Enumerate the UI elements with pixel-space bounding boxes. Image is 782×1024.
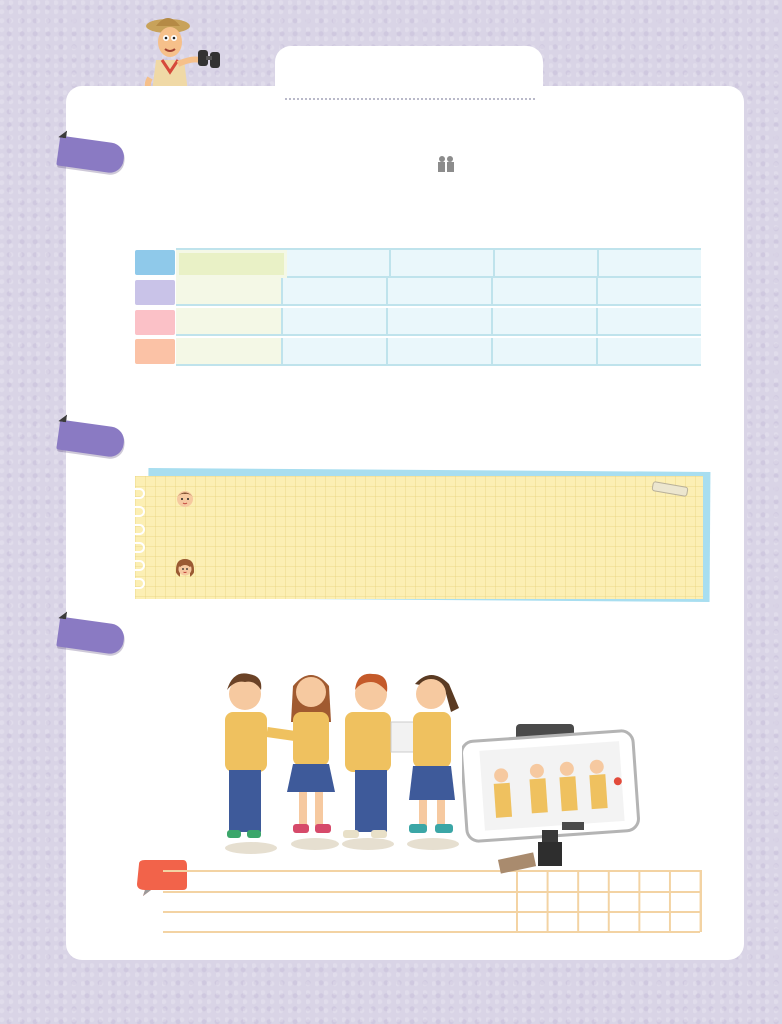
table-cell bbox=[176, 338, 283, 366]
table-cell bbox=[599, 250, 701, 278]
smartphone-camera-icon bbox=[462, 724, 640, 866]
table-row bbox=[176, 248, 701, 278]
table-cell bbox=[176, 250, 287, 278]
table-cell bbox=[493, 338, 598, 366]
table-cell bbox=[287, 250, 391, 278]
row-header-4 bbox=[135, 339, 175, 364]
table-cell bbox=[493, 278, 598, 306]
note-ring bbox=[129, 506, 145, 517]
table-cell bbox=[388, 338, 493, 366]
note-ring bbox=[129, 524, 145, 535]
note-ring bbox=[129, 578, 145, 589]
note-ring bbox=[129, 560, 145, 571]
students-illustration bbox=[225, 673, 459, 854]
table-cell bbox=[598, 338, 701, 366]
table-cell bbox=[283, 308, 388, 336]
table-row bbox=[176, 338, 701, 366]
memo-note bbox=[129, 476, 703, 599]
boy-face-icon bbox=[177, 491, 193, 507]
table-cell bbox=[388, 278, 493, 306]
table-row bbox=[176, 278, 701, 306]
row-header-1 bbox=[135, 250, 175, 275]
header-tab-divider bbox=[285, 98, 535, 100]
table-cell bbox=[391, 250, 495, 278]
table-cell bbox=[598, 278, 701, 306]
table-row bbox=[176, 308, 701, 336]
row-header-3 bbox=[135, 310, 175, 335]
table-cell bbox=[388, 308, 493, 336]
note-ring bbox=[129, 542, 145, 553]
gift-icon bbox=[438, 156, 454, 172]
table-cell bbox=[598, 308, 701, 336]
row-header-2 bbox=[135, 280, 175, 305]
writing-grid bbox=[516, 870, 702, 932]
table-cell bbox=[493, 308, 598, 336]
table-cell bbox=[283, 278, 388, 306]
table-cell bbox=[176, 308, 283, 336]
table-cell bbox=[283, 338, 388, 366]
table-cell bbox=[176, 278, 283, 306]
note-ring bbox=[129, 488, 145, 499]
table-cell bbox=[495, 250, 599, 278]
girl-face-icon bbox=[176, 559, 194, 577]
